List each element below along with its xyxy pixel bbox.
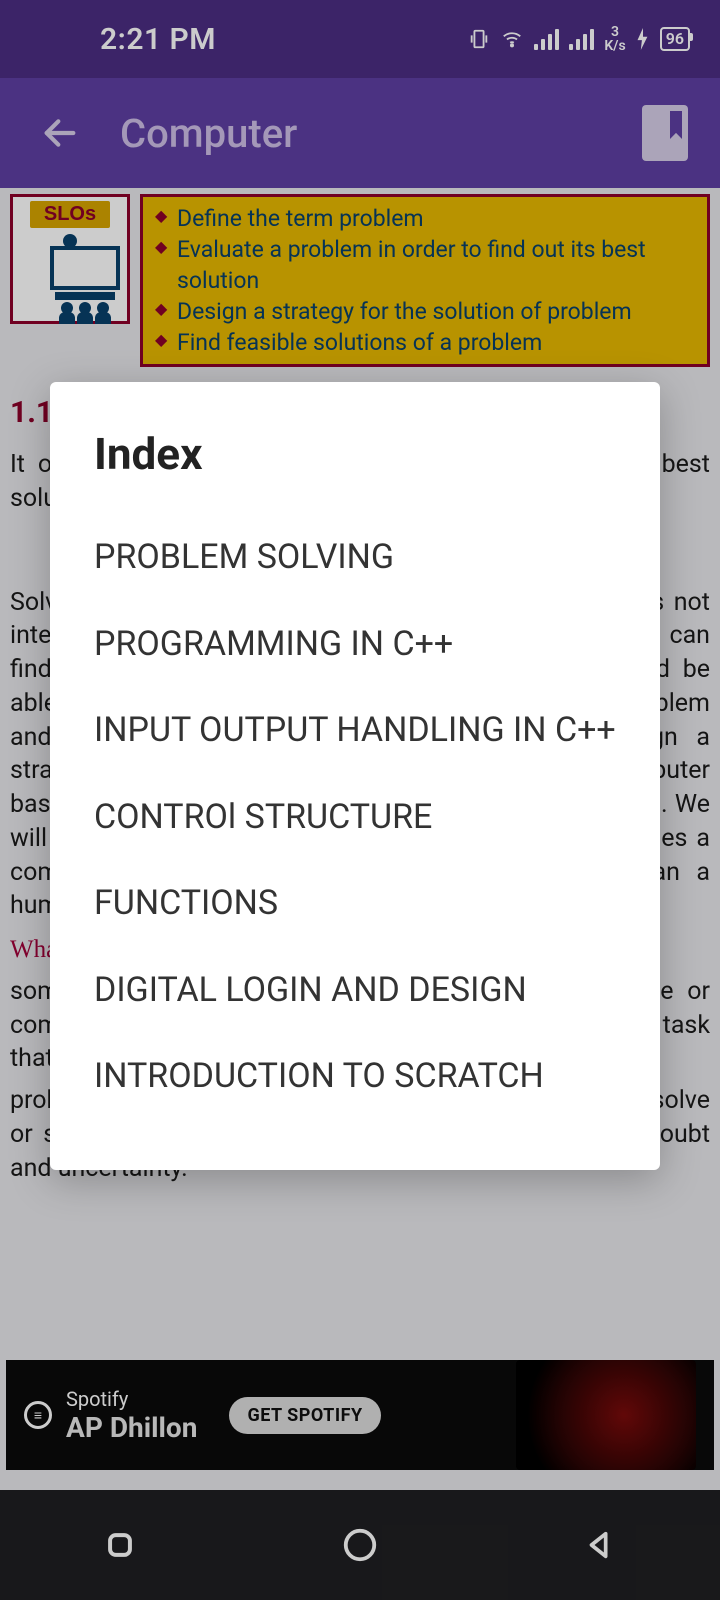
index-item[interactable]: PROBLEM SOLVING [94,514,616,601]
index-item[interactable]: CONTROl STRUCTURE [94,774,616,861]
index-item[interactable]: INPUT OUTPUT HANDLING IN C++ [94,687,616,774]
index-item[interactable]: DIGITAL LOGIN AND DESIGN [94,947,616,1034]
index-dialog: Index PROBLEM SOLVING PROGRAMMING IN C++… [50,382,660,1170]
dialog-title: Index [94,428,616,480]
index-item[interactable]: FUNCTIONS [94,860,616,947]
index-item[interactable]: INTRODUCTION TO SCRATCH [94,1033,616,1120]
index-item[interactable]: PROGRAMMING IN C++ [94,601,616,688]
